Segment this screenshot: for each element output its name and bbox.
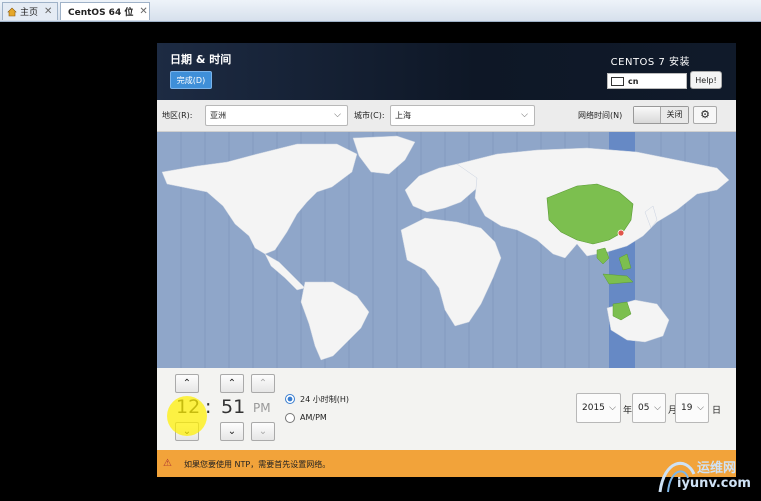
warning-icon: ⚠ bbox=[163, 458, 172, 469]
warning-text: 如果您要使用 NTP，需要首先设置网络。 bbox=[184, 460, 331, 469]
installer-window: 日期 & 时间 完成(D) CENTOS 7 安装 cn Help! 地区(R)… bbox=[157, 43, 736, 477]
region-label: 地区(R): bbox=[162, 111, 193, 120]
minute-down-button[interactable]: ⌄ bbox=[220, 422, 244, 441]
chevron-down-icon: ⌄ bbox=[227, 426, 237, 437]
watermark-line2: iyunv.com bbox=[677, 476, 751, 491]
chevron-down-icon: ⌵ bbox=[609, 403, 616, 413]
tab-centos-label: CentOS 64 位 bbox=[68, 8, 134, 18]
year-unit: 年 bbox=[623, 406, 633, 416]
minutes-value: 51 bbox=[221, 396, 246, 418]
tab-centos[interactable]: CentOS 64 位 ✕ bbox=[60, 2, 150, 20]
chevron-down-icon: ⌵ bbox=[521, 110, 528, 120]
city-value: 上海 bbox=[395, 111, 411, 120]
ampm-value: PM bbox=[253, 401, 271, 415]
world-map bbox=[161, 132, 730, 368]
format-24h-label: 24 小时制(H) bbox=[300, 395, 349, 404]
tab-home-close-icon[interactable]: ✕ bbox=[44, 6, 52, 17]
ntp-settings-button[interactable]: ⚙ bbox=[693, 106, 717, 124]
year-combo[interactable]: 2015 ⌵ bbox=[576, 393, 621, 423]
chevron-down-icon: ⌵ bbox=[697, 403, 704, 413]
gear-icon: ⚙ bbox=[700, 108, 710, 121]
tab-home-label: 主页 bbox=[20, 8, 39, 18]
month-combo[interactable]: 05 ⌵ bbox=[632, 393, 666, 423]
ntp-toggle[interactable]: 关闭 bbox=[633, 106, 689, 124]
vm-tab-bar: 主页 ✕ CentOS 64 位 ✕ bbox=[0, 0, 761, 22]
chevron-up-icon: ⌃ bbox=[182, 378, 192, 389]
keyboard-layout-value: cn bbox=[628, 76, 639, 86]
chevron-up-icon: ⌃ bbox=[227, 378, 237, 389]
done-button[interactable]: 完成(D) bbox=[170, 71, 212, 89]
keyboard-icon bbox=[611, 76, 624, 86]
day-combo[interactable]: 19 ⌵ bbox=[675, 393, 709, 423]
hour-up-button[interactable]: ⌃ bbox=[175, 374, 199, 393]
page-title: 日期 & 时间 bbox=[170, 53, 232, 66]
city-marker-pin bbox=[617, 229, 625, 237]
chevron-down-icon: ⌵ bbox=[334, 110, 341, 120]
region-value: 亚洲 bbox=[210, 111, 226, 120]
day-value: 19 bbox=[681, 403, 693, 413]
keyboard-layout-indicator[interactable]: cn bbox=[607, 73, 687, 89]
warning-bar: ⚠ 如果您要使用 NTP，需要首先设置网络。 bbox=[157, 450, 736, 477]
watermark-line1: 运维网 bbox=[697, 461, 737, 476]
ampm-up-button[interactable]: ⌃ bbox=[251, 374, 275, 393]
city-combo[interactable]: 上海 ⌵ bbox=[390, 105, 535, 126]
time-date-panel: ⌃ ⌃ ⌃ 12 : 51 PM ⌄ ⌄ ⌄ 24 小时制(H) AM/PM 2… bbox=[157, 368, 736, 450]
format-ampm-radio[interactable] bbox=[285, 413, 295, 423]
cursor-highlight bbox=[167, 396, 207, 436]
home-icon bbox=[7, 7, 17, 16]
city-label: 城市(C): bbox=[354, 111, 385, 120]
timezone-map[interactable] bbox=[157, 132, 736, 368]
product-title: CENTOS 7 安装 bbox=[610, 57, 690, 68]
ampm-down-button[interactable]: ⌄ bbox=[251, 422, 275, 441]
chevron-down-icon: ⌄ bbox=[258, 426, 268, 437]
month-value: 05 bbox=[638, 403, 650, 413]
toggle-knob bbox=[634, 107, 661, 123]
chevron-down-icon: ⌵ bbox=[654, 403, 661, 413]
day-unit: 日 bbox=[712, 406, 722, 416]
tab-home[interactable]: 主页 ✕ bbox=[2, 2, 58, 20]
region-combo[interactable]: 亚洲 ⌵ bbox=[205, 105, 348, 126]
year-value: 2015 bbox=[582, 403, 605, 413]
help-button[interactable]: Help! bbox=[690, 71, 722, 89]
spoke-header: 日期 & 时间 完成(D) CENTOS 7 安装 cn Help! bbox=[157, 43, 736, 100]
chevron-up-icon: ⌃ bbox=[258, 378, 268, 389]
ntp-label: 网络时间(N) bbox=[578, 111, 623, 120]
tab-centos-close-icon[interactable]: ✕ bbox=[139, 6, 147, 17]
location-bar: 地区(R): 亚洲 ⌵ 城市(C): 上海 ⌵ 网络时间(N) 关闭 ⚙ bbox=[157, 100, 736, 132]
ntp-state: 关闭 bbox=[661, 107, 688, 123]
minute-up-button[interactable]: ⌃ bbox=[220, 374, 244, 393]
format-ampm-label: AM/PM bbox=[300, 413, 327, 422]
format-24h-radio[interactable] bbox=[285, 394, 295, 404]
watermark-logo: 运维网 iyunv.com bbox=[656, 452, 760, 498]
